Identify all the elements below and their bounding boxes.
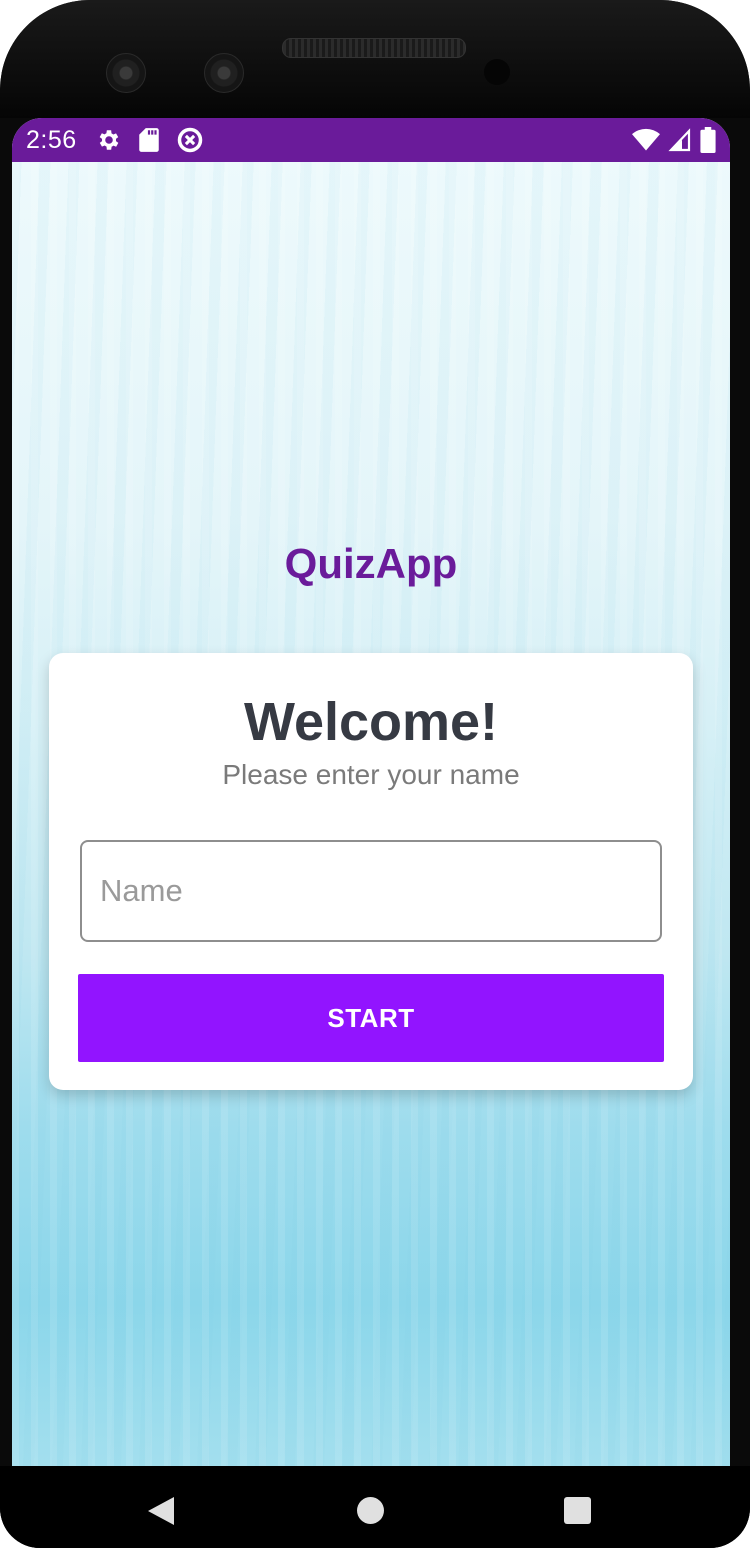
status-icons-right: [632, 127, 716, 153]
welcome-card: Welcome! Please enter your name START: [49, 653, 693, 1090]
data-saver-icon: [177, 127, 203, 153]
earpiece-speaker: [282, 38, 466, 58]
sd-card-icon: [139, 128, 159, 152]
app-title: QuizApp: [284, 540, 458, 587]
battery-icon: [700, 127, 716, 153]
gear-icon: [99, 130, 119, 150]
proximity-sensor: [484, 59, 510, 85]
front-camera-icon: [106, 53, 146, 93]
status-bar: 2:56: [12, 118, 730, 162]
back-icon[interactable]: [148, 1497, 174, 1525]
app-screen: 2:56 QuizApp Welcome! Please enter your …: [12, 118, 730, 1466]
home-icon[interactable]: [357, 1497, 384, 1524]
start-button[interactable]: START: [78, 974, 664, 1062]
recents-icon[interactable]: [564, 1497, 591, 1524]
status-icons-left: [96, 126, 204, 154]
name-input[interactable]: [80, 840, 662, 942]
navigation-bar: [0, 1466, 750, 1548]
wifi-icon: [632, 128, 660, 151]
front-camera-icon: [204, 53, 244, 93]
cell-signal-icon: [668, 128, 691, 152]
status-time: 2:56: [26, 126, 77, 154]
welcome-heading: Welcome!: [243, 692, 499, 752]
phone-frame: 2:56 QuizApp Welcome! Please enter your …: [0, 0, 750, 1548]
phone-top-bezel: [0, 0, 750, 118]
welcome-subtitle: Please enter your name: [222, 759, 520, 790]
